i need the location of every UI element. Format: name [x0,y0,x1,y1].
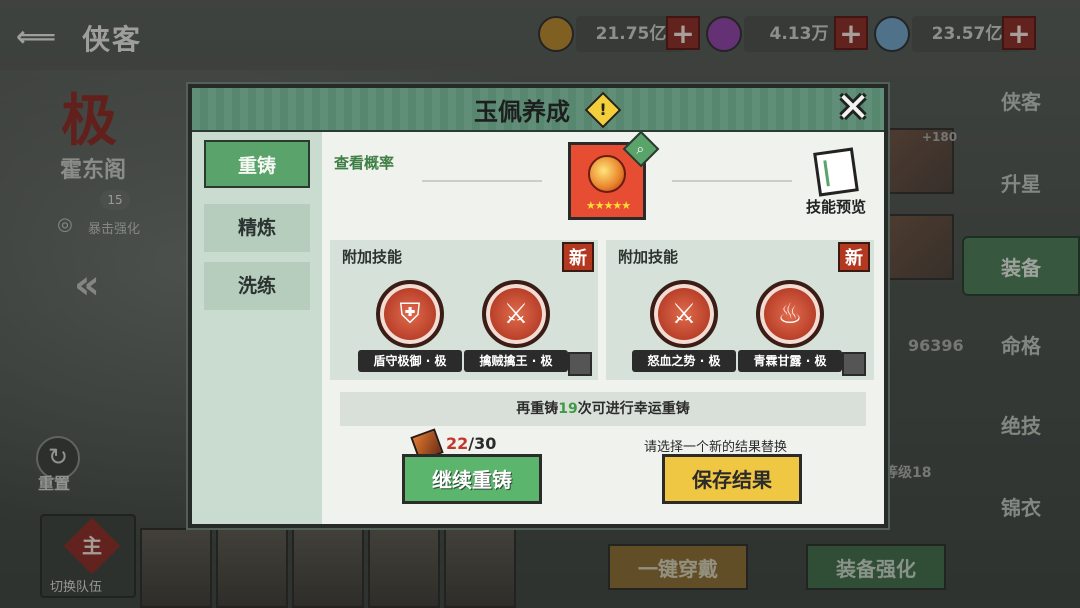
material-total: /30 [468,434,497,453]
luck-count: 19 [558,401,578,417]
tab-reforge[interactable]: 重铸 [204,140,310,188]
info-warning-icon[interactable]: ! [584,91,622,129]
material-current: 22 [446,434,469,453]
modal-title: 玉佩养成 [474,98,570,126]
panel-title: 附加技能 [618,248,679,266]
replace-hint: 请选择一个新的结果替换 [644,440,788,455]
pendant-icon [588,155,626,193]
skill-item[interactable]: ⚔ 怒血之势 · 极 [632,280,736,374]
skill-item[interactable]: ⚔ 擒贼擒王 · 极 [464,280,568,374]
gourd-icon: ♨ [777,297,803,330]
skill-name: 青霖甘露 · 极 [738,350,842,372]
book-icon [813,147,859,197]
modal-sidebar: 重铸 精炼 洗练 [192,132,322,524]
skill-item[interactable]: ♨ 青霖甘露 · 极 [738,280,842,374]
sword-up-icon: ⚔ [671,297,697,330]
tab-refine[interactable]: 精炼 [204,204,310,252]
tab-reroll[interactable]: 洗练 [204,262,310,310]
panel-title: 附加技能 [342,248,403,266]
save-result-button[interactable]: 保存结果 [662,454,802,504]
close-icon[interactable]: ✕ [832,88,874,130]
skill-preview-button[interactable]: 技能预览 [800,146,870,216]
skill-panel-new: 附加技能 新 ⚔ 怒血之势 · 极 ♨ 青霖甘露 · 极 [606,240,874,380]
continue-reforge-button[interactable]: 继续重铸 [402,454,542,504]
star-rating: ★★★★★ [585,199,631,212]
skill-preview-label: 技能预览 [805,198,866,216]
new-badge: 新 [562,242,594,272]
material-count: 22/30 [446,434,496,453]
reforge-content: 查看概率 ★★★★★ ⌕ 技能预览 附加技能 新 ⛨ 盾守极御 · 极 ⚔ 擒贼… [322,130,884,524]
modal-header: 玉佩养成 ! ✕ [192,88,884,132]
skill-item[interactable]: ⛨ 盾守极御 · 极 [358,280,462,374]
divider-left [422,180,542,182]
view-probability-link[interactable]: 查看概率 [334,152,394,173]
skill-panel-current: 附加技能 新 ⛨ 盾守极御 · 极 ⚔ 擒贼擒王 · 极 [330,240,598,380]
select-checkbox[interactable] [568,352,592,376]
skill-name: 怒血之势 · 极 [632,350,736,372]
sword-icon: ⚔ [503,297,529,330]
skill-name: 擒贼擒王 · 极 [464,350,568,372]
divider-right [672,180,792,182]
luck-prefix: 再重铸 [516,401,559,417]
shield-icon: ⛨ [399,297,421,330]
select-checkbox[interactable] [842,352,866,376]
luck-suffix: 次可进行幸运重铸 [577,401,690,417]
jade-pendant-modal: 玉佩养成 ! ✕ 重铸 精炼 洗练 查看概率 ★★★★★ ⌕ 技能预览 附加技能… [188,84,888,528]
skill-name: 盾守极御 · 极 [358,350,462,372]
new-badge: 新 [838,242,870,272]
lucky-reforge-notice: 再重铸19次可进行幸运重铸 [340,392,866,426]
